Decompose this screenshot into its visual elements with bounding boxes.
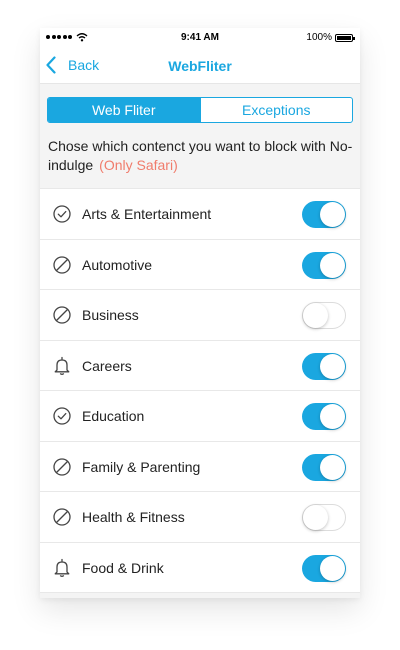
toggle-knob bbox=[303, 303, 328, 328]
bell-icon bbox=[54, 558, 70, 577]
battery-percent: 100% bbox=[306, 32, 332, 43]
check-circle-icon bbox=[53, 205, 71, 223]
list-item: Food & Drink bbox=[40, 543, 360, 593]
check-circle-icon bbox=[53, 407, 71, 425]
toggle-knob bbox=[320, 252, 345, 278]
category-toggle[interactable] bbox=[302, 352, 346, 380]
back-button[interactable]: Back bbox=[46, 56, 99, 74]
category-toggle[interactable] bbox=[302, 504, 346, 531]
category-toggle[interactable] bbox=[302, 201, 346, 228]
segmented-control: Web Fliter Exceptions bbox=[47, 97, 353, 123]
list-item: Health & Fitness bbox=[40, 492, 360, 543]
toggle-knob bbox=[320, 353, 345, 379]
battery-icon bbox=[335, 34, 355, 42]
category-label: Family & Parenting bbox=[82, 458, 201, 475]
list-item: Arts & Entertainment bbox=[40, 189, 360, 240]
category-label: Automotive bbox=[82, 256, 153, 273]
category-toggle[interactable] bbox=[302, 251, 346, 279]
chevron-left-icon bbox=[46, 56, 56, 74]
status-bar: 9:41 AM 100% bbox=[40, 28, 360, 48]
phone-screen: 9:41 AM 100% Back WebFliter Web Fliter E… bbox=[40, 28, 360, 598]
slash-circle-icon bbox=[53, 255, 71, 274]
category-label: Food & Drink bbox=[82, 559, 164, 576]
list-item: Business bbox=[40, 290, 360, 341]
tab-exceptions[interactable]: Exceptions bbox=[199, 98, 353, 122]
tab-web-filter[interactable]: Web Fliter bbox=[48, 98, 200, 122]
list-item: Careers bbox=[40, 341, 360, 391]
list-item: Automotive bbox=[40, 240, 360, 290]
category-label: Careers bbox=[82, 357, 132, 374]
category-toggle[interactable] bbox=[302, 302, 346, 329]
nav-bar: Back WebFliter bbox=[40, 48, 360, 84]
toggle-knob bbox=[320, 454, 345, 480]
description-text: Chose which contenct you want to block w… bbox=[48, 138, 353, 173]
category-toggle[interactable] bbox=[302, 554, 346, 582]
category-label: Education bbox=[82, 408, 145, 424]
toggle-knob bbox=[320, 404, 345, 429]
description: Chose which contenct you want to block w… bbox=[48, 137, 354, 175]
toggle-knob bbox=[303, 505, 328, 530]
category-toggle[interactable] bbox=[302, 453, 346, 481]
slash-circle-icon bbox=[53, 508, 71, 526]
category-list: Arts & Entertainment Automotive Business Ca… bbox=[40, 188, 360, 593]
back-label: Back bbox=[68, 57, 100, 73]
bell-icon bbox=[54, 356, 70, 375]
category-label: Business bbox=[82, 307, 139, 323]
category-label: Arts & Entertainment bbox=[82, 206, 212, 222]
slash-circle-icon bbox=[53, 306, 71, 324]
safari-note: (Only Safari) bbox=[99, 157, 178, 173]
list-item: Family & Parenting bbox=[40, 442, 360, 492]
category-toggle[interactable] bbox=[302, 403, 346, 430]
toggle-knob bbox=[320, 555, 345, 581]
list-item: Education bbox=[40, 391, 360, 442]
slash-circle-icon bbox=[53, 457, 71, 476]
toggle-knob bbox=[320, 202, 345, 227]
category-label: Health & Fitness bbox=[82, 509, 185, 525]
